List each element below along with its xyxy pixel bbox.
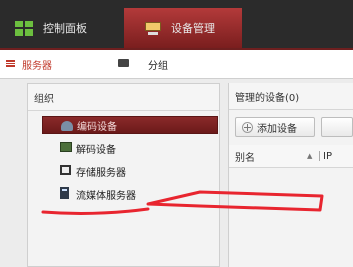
tab-control-panel[interactable]: 控制面板 (0, 8, 124, 48)
column-divider[interactable] (319, 151, 320, 161)
tab-device-management[interactable]: 设备管理 (124, 8, 242, 48)
stream-media-server-icon (60, 187, 69, 199)
tree-item-stream-media-server[interactable]: 流媒体服务器 (42, 184, 218, 204)
add-device-label: 添加设备 (257, 123, 297, 135)
organization-panel-header: 组织 (28, 84, 219, 111)
tab-server-label: 服务器 (22, 60, 52, 72)
device-table-header: 别名 ▲ IP (229, 145, 353, 168)
managed-devices-panel: 管理的设备(0) 添加设备 别名 ▲ IP (228, 83, 353, 267)
top-navigation-bar: 控制面板 设备管理 (0, 0, 353, 50)
managed-devices-header: 管理的设备(0) (229, 83, 353, 110)
tree-item-encoding-device[interactable]: 编码设备 (42, 116, 218, 134)
list-icon (6, 60, 15, 67)
sort-ascending-icon[interactable]: ▲ (307, 152, 319, 160)
encoder-icon (61, 121, 73, 131)
plus-icon (242, 121, 253, 133)
organization-panel: 组织 编码设备 解码设备 存储服务器 流媒体服务器 (27, 83, 220, 267)
storage-server-icon (60, 165, 71, 175)
tree-item-storage-server[interactable]: 存储服务器 (42, 161, 218, 181)
device-toolbar: 添加设备 (235, 117, 353, 137)
device-management-icon (145, 21, 161, 35)
column-alias[interactable]: 别名 (235, 149, 307, 164)
tab-group[interactable]: 分组 (112, 50, 212, 78)
tab-server[interactable]: 服务器 (0, 50, 112, 78)
tab-device-management-label: 设备管理 (171, 22, 215, 35)
organization-panel-title: 组织 (34, 93, 54, 105)
add-device-button[interactable]: 添加设备 (235, 117, 315, 137)
tree-item-label: 流媒体服务器 (76, 190, 136, 202)
tree-item-label: 编码设备 (77, 121, 117, 133)
tree-item-label: 解码设备 (76, 144, 116, 156)
tab-control-panel-label: 控制面板 (43, 22, 87, 35)
tab-group-label: 分组 (148, 60, 168, 72)
column-ip[interactable]: IP (323, 151, 332, 162)
managed-devices-title: 管理的设备(0) (235, 92, 300, 104)
organization-tree: 编码设备 解码设备 存储服务器 流媒体服务器 (42, 116, 218, 207)
sub-tab-bar: 服务器 分组 (0, 50, 353, 79)
control-panel-grid-icon (15, 20, 33, 36)
monitor-icon (118, 59, 129, 67)
tree-item-decoding-device[interactable]: 解码设备 (42, 138, 218, 158)
decoder-icon (60, 142, 72, 152)
toolbar-button[interactable] (321, 117, 353, 137)
tree-item-label: 存储服务器 (76, 167, 126, 179)
